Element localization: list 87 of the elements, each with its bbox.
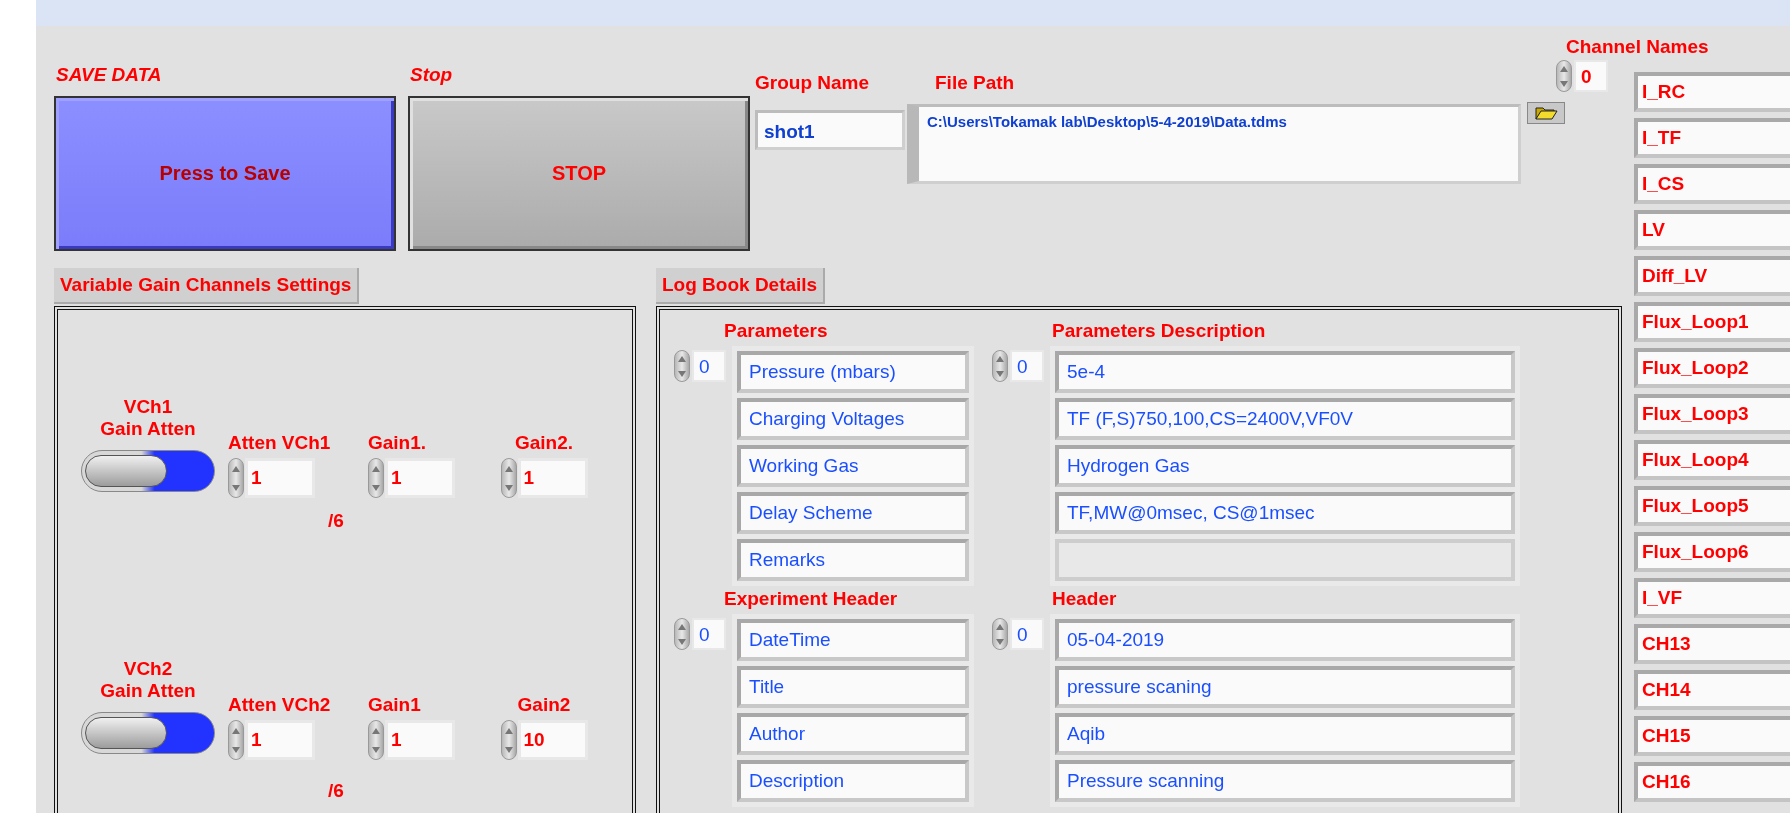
index-field[interactable]: 0 — [692, 618, 726, 650]
array-element-field[interactable]: 05-04-2019 — [1055, 619, 1515, 661]
channel-name-field[interactable]: CH15 — [1634, 716, 1790, 756]
array-element-field[interactable]: Remarks — [737, 539, 969, 581]
folder-icon — [1533, 105, 1559, 121]
array-element-field[interactable]: DateTime — [737, 619, 969, 661]
section-title: Log Book Details — [656, 268, 826, 304]
numeric-spinner[interactable] — [500, 720, 517, 760]
array-element-field[interactable]: pressure scaning — [1055, 666, 1515, 708]
file-path-field[interactable]: C:\Users\Tokamak lab\Desktop\5-4-2019\Data.tdms — [907, 104, 1521, 184]
channel-label: VCh1 — [123, 396, 173, 418]
array-element-field[interactable]: Title — [737, 666, 969, 708]
numeric-spinner[interactable] — [228, 720, 244, 760]
index-spinner[interactable] — [992, 350, 1008, 382]
divisor-label: /6 — [328, 510, 345, 532]
index-field[interactable]: 0 — [1010, 618, 1044, 650]
array-element-field[interactable]: Description — [737, 760, 969, 802]
atten-label: Atten VCh1 — [228, 432, 328, 454]
divisor-label: /6 — [328, 780, 345, 802]
array-label: Experiment Header — [724, 588, 899, 610]
gain-label: Gain1 — [368, 694, 422, 716]
index-spinner[interactable] — [1556, 60, 1572, 92]
gain-label: Gain2 — [517, 694, 571, 716]
channel-name-field[interactable]: Flux_Loop5 — [1634, 486, 1790, 526]
gain-label: Gain2. — [514, 432, 574, 454]
group-name-field[interactable]: shot1 — [755, 110, 905, 150]
index-spinner[interactable] — [674, 618, 690, 650]
array-label: Parameters Description — [1052, 320, 1267, 342]
channel-label: VCh2 — [123, 658, 173, 680]
array-element-field[interactable]: TF (F,S)750,100,CS=2400V,VF0V — [1055, 398, 1515, 440]
numeric-field[interactable]: 1 — [385, 458, 455, 498]
channel-name-field[interactable]: Flux_Loop2 — [1634, 348, 1790, 388]
save-button[interactable]: Press to Save — [54, 96, 396, 251]
array-element-field[interactable]: Pressure scanning — [1055, 760, 1515, 802]
array-element-field[interactable]: Author — [737, 713, 969, 755]
array-element-field[interactable]: Charging Voltages — [737, 398, 969, 440]
gain-label: Gain1. — [368, 432, 428, 454]
channel-name-field[interactable]: CH13 — [1634, 624, 1790, 664]
save-data-caption: SAVE DATA — [56, 64, 163, 86]
array-element-field[interactable]: Delay Scheme — [737, 492, 969, 534]
toggle-switch[interactable] — [81, 712, 215, 754]
numeric-field[interactable]: 10 — [517, 720, 588, 760]
array-element-field[interactable]: Working Gas — [737, 445, 969, 487]
stop-caption: Stop — [410, 64, 454, 86]
atten-label: Atten VCh2 — [228, 694, 328, 716]
array-element-field[interactable]: TF,MW@0msec, CS@1msec — [1055, 492, 1515, 534]
group-name-label: Group Name — [755, 72, 871, 94]
channel-names-label: Channel Names — [1566, 36, 1710, 58]
channel-name-field[interactable]: I_CS — [1634, 164, 1790, 204]
channel-name-field[interactable]: I_VF — [1634, 578, 1790, 618]
switch-label: Gain Atten — [100, 418, 196, 440]
channel-name-field[interactable]: I_RC — [1634, 72, 1790, 112]
numeric-field[interactable]: 1 — [245, 720, 315, 760]
channel-name-field[interactable]: Flux_Loop3 — [1634, 394, 1790, 434]
index-spinner[interactable] — [992, 618, 1008, 650]
array-element-field[interactable]: Aqib — [1055, 713, 1515, 755]
channel-name-field[interactable]: I_TF — [1634, 118, 1790, 158]
numeric-spinner[interactable] — [228, 458, 244, 498]
index-spinner[interactable] — [674, 350, 690, 382]
index-field[interactable]: 0 — [1010, 350, 1044, 382]
switch-label: Gain Atten — [100, 680, 196, 702]
array-label: Parameters — [724, 320, 829, 342]
section-title: Variable Gain Channels Settings — [54, 268, 360, 304]
channel-name-field[interactable]: CH16 — [1634, 762, 1790, 802]
channel-name-field[interactable]: Diff_LV — [1634, 256, 1790, 296]
file-path-text: C:\Users\Tokamak lab\Desktop\5-4-2019\Data.tdms — [927, 113, 1287, 130]
numeric-spinner[interactable] — [500, 458, 517, 498]
channel-name-field[interactable]: CH14 — [1634, 670, 1790, 710]
browse-button[interactable] — [1527, 102, 1565, 124]
stop-button[interactable]: STOP — [408, 96, 750, 251]
array-label: Header — [1052, 588, 1118, 610]
array-element-field[interactable]: Pressure (mbars) — [737, 351, 969, 393]
file-path-label: File Path — [935, 72, 1016, 94]
channel-name-field[interactable]: LV — [1634, 210, 1790, 250]
index-field[interactable]: 0 — [692, 350, 726, 382]
numeric-field[interactable]: 1 — [245, 458, 315, 498]
channel-name-field[interactable]: Flux_Loop4 — [1634, 440, 1790, 480]
toggle-switch[interactable] — [81, 450, 215, 492]
index-field[interactable]: 0 — [1574, 60, 1608, 92]
channel-name-field[interactable]: Flux_Loop6 — [1634, 532, 1790, 572]
channel-name-field[interactable]: Flux_Loop1 — [1634, 302, 1790, 342]
numeric-field[interactable]: 1 — [517, 458, 588, 498]
array-element-field[interactable]: Hydrogen Gas — [1055, 445, 1515, 487]
numeric-spinner[interactable] — [368, 720, 384, 760]
array-element-field[interactable]: 5e-4 — [1055, 351, 1515, 393]
numeric-field[interactable]: 1 — [385, 720, 455, 760]
numeric-spinner[interactable] — [368, 458, 384, 498]
